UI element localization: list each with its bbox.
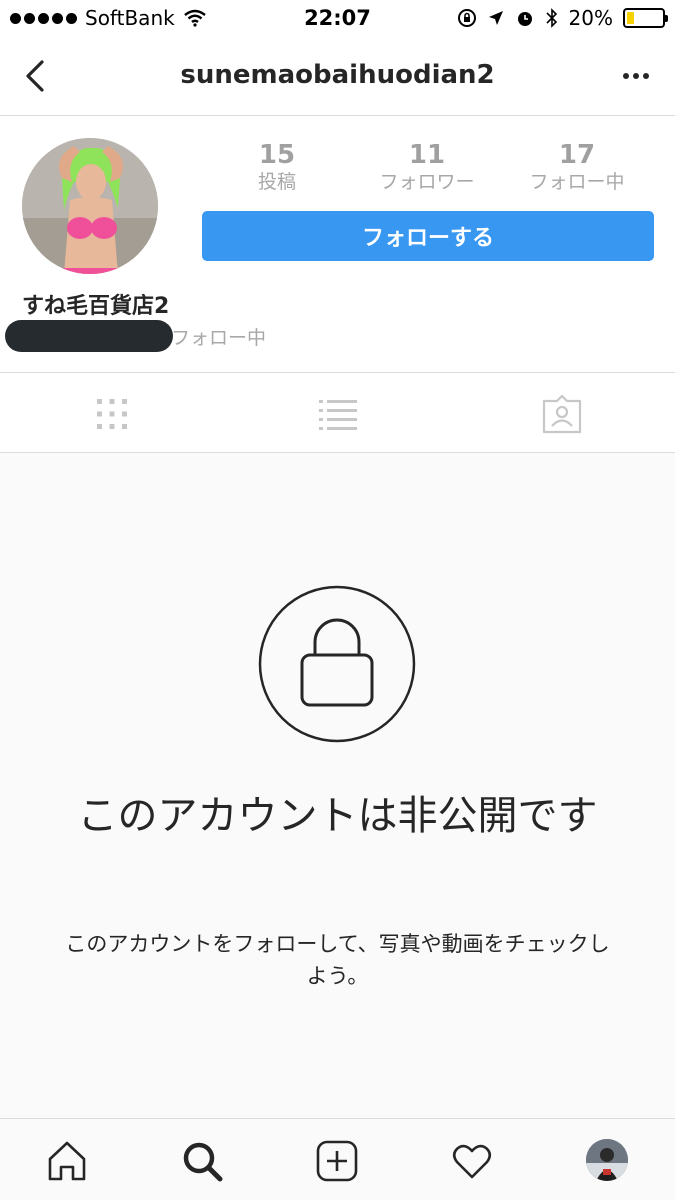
profile-view-tabs: [0, 373, 675, 453]
search-icon[interactable]: [180, 1139, 224, 1183]
home-icon[interactable]: [45, 1139, 89, 1183]
profile-stats: 15 投稿 11 フォロワー 17 フォロー中: [202, 140, 652, 194]
list-view-icon[interactable]: [317, 393, 359, 435]
navigation-bar: sunemaobaihuodian2: [0, 38, 675, 116]
profile-header: 15 投稿 11 フォロワー 17 フォロー中 フォローする すね毛百貨店2 フ…: [0, 116, 675, 373]
more-options-icon[interactable]: [619, 64, 653, 88]
stat-followers[interactable]: 11 フォロワー: [352, 140, 502, 194]
activity-heart-icon[interactable]: [450, 1139, 494, 1183]
profile-avatar: [22, 138, 158, 274]
tagged-photos-icon[interactable]: [541, 393, 583, 435]
stat-posts[interactable]: 15 投稿: [202, 140, 352, 194]
alarm-icon: [517, 12, 532, 26]
followers-label: フォロワー: [379, 171, 475, 193]
location-arrow-icon: [488, 11, 503, 25]
followed-by-label: フォロー中: [171, 326, 267, 349]
bluetooth-icon: [545, 8, 557, 28]
grid-view-icon[interactable]: [91, 393, 133, 435]
followers-count: 11: [408, 140, 446, 170]
follow-button[interactable]: フォローする: [202, 211, 654, 261]
bottom-tab-bar: [0, 1118, 675, 1200]
battery-level: [627, 12, 634, 24]
posts-count: 15: [258, 140, 296, 170]
status-bar: SoftBank 22:07 20%: [0, 0, 675, 38]
following-count: 17: [558, 140, 596, 170]
profile-avatar-icon[interactable]: [586, 1139, 628, 1181]
battery-icon: [623, 8, 668, 28]
add-post-icon[interactable]: [315, 1139, 359, 1183]
redacted-name-block: [5, 320, 173, 352]
rotation-lock-icon: [457, 9, 476, 27]
private-account-message: このアカウントをフォローして、写真や動画をチェックしよう。: [65, 932, 610, 988]
battery-percent: 20%: [568, 6, 613, 30]
following-label: フォロー中: [529, 171, 625, 193]
posts-label: 投稿: [257, 171, 296, 193]
followed-by-row[interactable]: フォロー中: [5, 320, 266, 352]
profile-username: sunemaobaihuodian2: [180, 60, 495, 90]
private-account-title: このアカウントは非公開です: [77, 793, 598, 839]
lock-icon: [258, 585, 416, 743]
status-right: 20%: [457, 6, 668, 30]
stat-following[interactable]: 17 フォロー中: [502, 140, 652, 194]
display-name: すね毛百貨店2: [22, 294, 170, 319]
